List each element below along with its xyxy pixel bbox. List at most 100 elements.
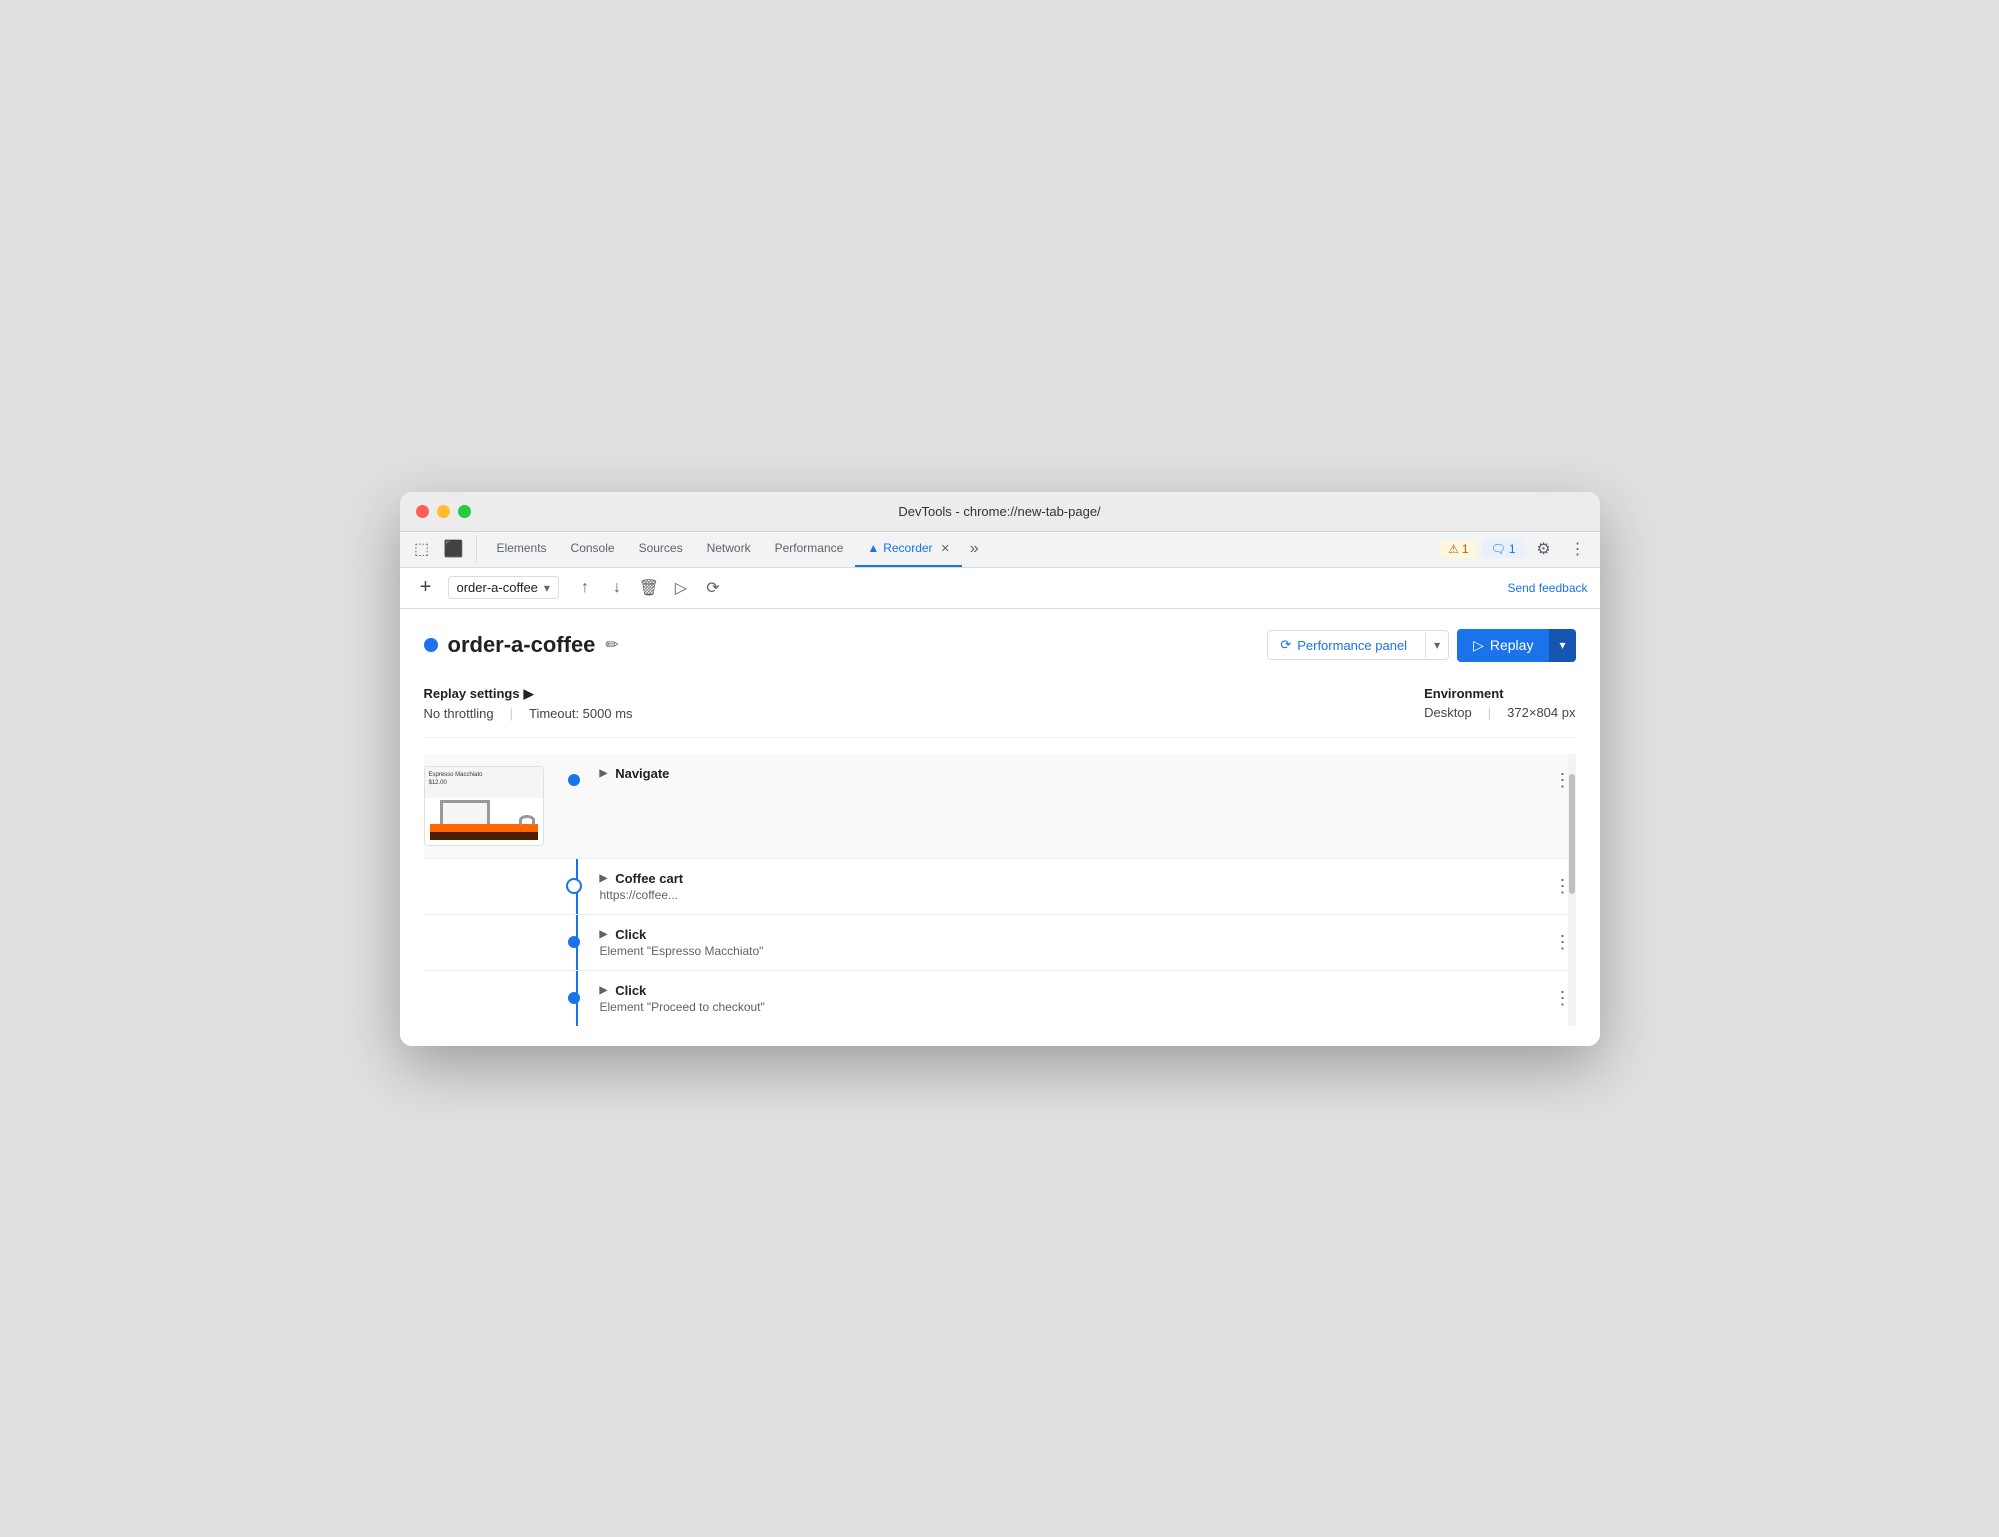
recorder-icon: ▲ (867, 541, 879, 555)
window-title: DevTools - chrome://new-tab-page/ (898, 504, 1100, 519)
send-feedback-link[interactable]: Send feedback (1507, 581, 1587, 595)
main-content: order-a-coffee ✏ ⟳ Performance panel ▾ ▷… (400, 609, 1600, 1046)
tab-left-icons: ⬚ ⬛ (408, 535, 477, 563)
replay-dropdown-button[interactable]: ▾ (1549, 629, 1575, 662)
import-icon[interactable]: ↓ (603, 574, 631, 602)
devtools-tabbar: ⬚ ⬛ Elements Console Sources Network Per… (400, 532, 1600, 568)
timeout-value: Timeout: 5000 ms (529, 706, 633, 721)
message-icon: 🗨 (1491, 542, 1506, 556)
recording-selector[interactable]: order-a-coffee ▾ (448, 576, 559, 599)
settings-section: Replay settings ▶ No throttling | Timeou… (424, 686, 1576, 738)
traffic-lights (416, 505, 471, 518)
maximize-button[interactable] (458, 505, 471, 518)
tab-sources[interactable]: Sources (627, 531, 695, 567)
step-dot-filled (568, 936, 580, 948)
replay-main-button[interactable]: ▷ Replay (1457, 629, 1549, 662)
step-2-subtitle: https://coffee... (600, 888, 900, 902)
step-dot-ring (566, 878, 582, 894)
step-expand-icon: ▶ (600, 985, 608, 996)
step-dot-container (564, 766, 584, 786)
tab-performance[interactable]: Performance (763, 531, 856, 567)
recording-name-label: order-a-coffee (457, 580, 538, 595)
step-4-title: ▶ Click (600, 983, 1550, 998)
step-2-title: ▶ Coffee cart (600, 871, 1550, 886)
step-row: ▶ Coffee cart https://coffee... ⋮ (424, 859, 1576, 915)
warning-count: 1 (1462, 542, 1469, 556)
tab-close-icon[interactable]: ✕ (941, 542, 950, 555)
chevron-down-icon: ▾ (544, 581, 550, 595)
tab-recorder-label: Recorder (883, 541, 932, 555)
settings-icon[interactable]: ⚙ (1530, 535, 1558, 563)
play-icon: ▷ (1473, 637, 1484, 654)
tab-console[interactable]: Console (559, 531, 627, 567)
step-icon[interactable]: ▷ (667, 574, 695, 602)
export-icon[interactable]: ↑ (571, 574, 599, 602)
step-3-title: ▶ Click (600, 927, 1550, 942)
step-dot-filled (568, 774, 580, 786)
tabs-list: Elements Console Sources Network Perform… (485, 531, 1441, 567)
performance-panel-button[interactable]: ⟳ Performance panel ▾ (1267, 630, 1449, 660)
scrollbar[interactable] (1568, 754, 1576, 1026)
edit-title-icon[interactable]: ✏ (605, 635, 618, 655)
step-3-subtitle: Element "Espresso Macchiato" (600, 944, 900, 958)
step-1-content: ▶ Navigate (584, 766, 1550, 781)
performance-icon: ⟳ (1280, 637, 1291, 653)
info-badge[interactable]: 🗨 1 (1483, 540, 1524, 558)
scrollbar-thumb[interactable] (1569, 774, 1575, 894)
throttling-value: No throttling (424, 706, 494, 721)
add-recording-button[interactable]: + (412, 574, 440, 602)
delete-icon[interactable]: 🗑 (635, 574, 663, 602)
step-row: ▶ Click Element "Proceed to checkout" ⋮ (424, 971, 1576, 1026)
tab-elements[interactable]: Elements (485, 531, 559, 567)
environment-label: Environment (1424, 686, 1575, 701)
thumbnail-image: Espresso Macchiato$12.00 (425, 767, 543, 845)
tab-recorder[interactable]: ▲ Recorder ✕ (855, 531, 961, 567)
step-dot-container (564, 878, 584, 894)
thumbnail-text: Espresso Macchiato$12.00 (425, 767, 543, 792)
step-thumbnail: Espresso Macchiato$12.00 (424, 766, 544, 846)
device-icon[interactable]: ⬛ (440, 535, 468, 563)
toolbar: + order-a-coffee ▾ ↑ ↓ 🗑 ▷ ⟳ Send feedba… (400, 568, 1600, 609)
more-icon[interactable]: ⋮ (1564, 535, 1592, 563)
recording-title: order-a-coffee (448, 632, 596, 658)
minimize-button[interactable] (437, 505, 450, 518)
settings-values: No throttling | Timeout: 5000 ms (424, 706, 633, 721)
recording-status-dot (424, 638, 438, 652)
step-2-content: ▶ Coffee cart https://coffee... (584, 871, 1550, 902)
coffee-bar (430, 824, 538, 840)
performance-panel-main[interactable]: ⟳ Performance panel (1268, 631, 1419, 659)
info-count: 1 (1509, 542, 1516, 556)
warning-icon: ⚠ (1448, 542, 1459, 556)
tab-network[interactable]: Network (695, 531, 763, 567)
step-expand-icon: ▶ (600, 929, 608, 940)
step-4-content: ▶ Click Element "Proceed to checkout" (584, 983, 1550, 1014)
recording-title-group: order-a-coffee ✏ (424, 632, 619, 658)
step-expand-icon: ▶ (600, 873, 608, 884)
warning-badge[interactable]: ⚠ 1 (1440, 540, 1476, 558)
replay-settings-label[interactable]: Replay settings ▶ (424, 686, 633, 702)
tab-more-icon[interactable]: » (962, 536, 987, 562)
environment-values: Desktop | 372×804 px (1424, 705, 1575, 720)
settings-right: Environment Desktop | 372×804 px (1424, 686, 1575, 721)
device-value: Desktop (1424, 705, 1472, 720)
expand-arrow-icon: ▶ (524, 686, 534, 702)
performance-panel-label: Performance panel (1297, 638, 1407, 653)
step-row: ▶ Click Element "Espresso Macchiato" ⋮ (424, 915, 1576, 971)
step-4-subtitle: Element "Proceed to checkout" (600, 1000, 900, 1014)
settings-divider: | (510, 706, 513, 721)
circle-icon[interactable]: ⟳ (699, 574, 727, 602)
step-dot-container (564, 992, 584, 1004)
close-button[interactable] (416, 505, 429, 518)
step-expand-icon: ▶ (600, 768, 608, 779)
tabs-right: ⚠ 1 🗨 1 ⚙ ⋮ (1440, 535, 1591, 563)
dimensions-value: 372×804 px (1507, 705, 1575, 720)
step-dot-container (564, 936, 584, 948)
recording-header: order-a-coffee ✏ ⟳ Performance panel ▾ ▷… (424, 629, 1576, 662)
performance-panel-dropdown[interactable]: ▾ (1425, 632, 1448, 658)
toolbar-icons: ↑ ↓ 🗑 ▷ ⟳ (571, 574, 727, 602)
header-actions: ⟳ Performance panel ▾ ▷ Replay ▾ (1267, 629, 1575, 662)
step-row: Espresso Macchiato$12.00 ▶ Navigate ⋮ (424, 754, 1576, 859)
inspect-icon[interactable]: ⬚ (408, 535, 436, 563)
settings-left: Replay settings ▶ No throttling | Timeou… (424, 686, 633, 721)
replay-label: Replay (1490, 637, 1534, 653)
